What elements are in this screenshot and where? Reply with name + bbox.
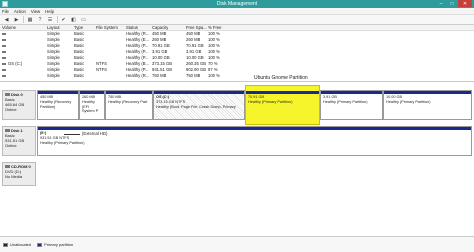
- disk-icon: [5, 93, 10, 97]
- partition-primary-3gb[interactable]: 3.91 GB Healthy (Primary Partition): [320, 90, 383, 120]
- cell-percent-free: 100 %: [208, 73, 220, 78]
- window-title: Disk Management: [216, 1, 258, 7]
- cell-status: Healthy (R...: [126, 73, 150, 78]
- folder-icon[interactable]: ▭: [80, 16, 87, 23]
- help-icon[interactable]: ?: [37, 16, 44, 23]
- volume-icon: [2, 32, 6, 36]
- check-icon[interactable]: ✔: [60, 16, 67, 23]
- disk-1-label[interactable]: Disk 1 Basic 931.51 GB Online: [2, 126, 36, 156]
- disk-map: Ubuntu Gnome Partition Disk 0 Basic 465.…: [0, 75, 474, 232]
- volume-icon: [2, 44, 6, 48]
- legend-primary: Primary partition: [44, 242, 74, 247]
- partition-ubuntu-highlighted[interactable]: 70.91 GB Healthy (Primary Partition): [245, 85, 320, 125]
- volume-list: Volume Layout Type File System Status Ca…: [0, 25, 474, 82]
- partition-status: Healthy (Primary Partition): [386, 99, 431, 104]
- unallocated-swatch: [3, 242, 8, 247]
- partition-recovery-1[interactable]: 450 MB Healthy (Recovery Partition): [37, 90, 79, 120]
- menu-action[interactable]: Action: [14, 9, 26, 14]
- menu-file[interactable]: File: [2, 9, 9, 14]
- menu-bar: File Action View Help: [0, 8, 474, 15]
- cell-volume: OS (C:): [8, 61, 23, 66]
- partition-efi[interactable]: 260 MB Healthy (EFI System P: [79, 90, 105, 120]
- back-icon[interactable]: ◀: [3, 16, 10, 23]
- partition-recovery-2[interactable]: 750 MB Healthy (Recovery Part: [105, 90, 153, 120]
- partition-status: Healthy (Boot, Page File, Crash Dump, Pr…: [156, 104, 236, 109]
- volume-icon: [2, 56, 6, 60]
- partition-status: Healthy (Recovery Partition): [40, 99, 72, 109]
- partition-os-c[interactable]: OS (C:) 373.15 GB NTFS Healthy (Boot, Pa…: [153, 90, 245, 120]
- annotation-arrow: [64, 134, 80, 135]
- close-button[interactable]: ✕: [458, 0, 472, 7]
- legend-unallocated: Unallocated: [10, 242, 32, 247]
- partition-status: Healthy (Primary Partition): [323, 99, 368, 104]
- table-row[interactable]: Simple Basic Healthy (R... 750 MB 750 MB…: [0, 73, 474, 79]
- cdrom-label[interactable]: CD-ROM 0 DVD (D:) No Media: [2, 162, 36, 186]
- title-bar: Disk Management – □ ✕: [0, 0, 474, 8]
- volume-icon: [2, 74, 6, 78]
- volume-icon: [2, 38, 6, 42]
- partition-status: Healthy (Primary Partition): [248, 99, 293, 104]
- forward-icon[interactable]: ▶: [13, 16, 20, 23]
- grid-icon[interactable]: ▦: [27, 16, 34, 23]
- properties-icon[interactable]: ◧: [70, 16, 77, 23]
- disk-status: Online: [5, 143, 17, 148]
- disk-0-label[interactable]: Disk 0 Basic 465.64 GB Online: [2, 90, 36, 120]
- disk-icon: [5, 129, 10, 133]
- minimize-button[interactable]: –: [436, 0, 446, 7]
- toolbar: ◀ ▶ ▦ ? ☰ ✔ ◧ ▭: [0, 15, 474, 25]
- cell-free-space: 750 MB: [186, 73, 201, 78]
- ubuntu-annotation: Ubuntu Gnome Partition: [254, 75, 308, 81]
- cdrom-icon: [5, 165, 10, 169]
- volume-icon: [2, 62, 6, 66]
- menu-view[interactable]: View: [31, 9, 40, 14]
- list-icon[interactable]: ☰: [47, 16, 54, 23]
- legend: Unallocated Primary partition: [0, 236, 474, 252]
- toolbar-separator: [56, 16, 57, 23]
- menu-help[interactable]: Help: [45, 9, 54, 14]
- partition-status: Healthy (Recovery Part: [108, 99, 148, 104]
- disk-status: Online: [5, 107, 17, 112]
- toolbar-separator: [23, 16, 24, 23]
- partition-status: Healthy (EFI System P: [82, 99, 99, 114]
- primary-swatch: [37, 242, 43, 247]
- maximize-button[interactable]: □: [447, 0, 457, 7]
- partition-status: Healthy (Primary Partition): [40, 140, 85, 145]
- partition-primary-10gb[interactable]: 10.00 GB Healthy (Primary Partition): [383, 90, 472, 120]
- volume-icon: [2, 50, 6, 54]
- disk-status: No Media: [5, 174, 23, 179]
- cell-layout: Simple: [47, 73, 60, 78]
- cell-type: Basic: [74, 73, 85, 78]
- volume-icon: [2, 68, 6, 72]
- external-hd-annotation: (External HD): [82, 131, 108, 136]
- cell-capacity: 750 MB: [152, 73, 167, 78]
- window-controls: – □ ✕: [436, 0, 472, 8]
